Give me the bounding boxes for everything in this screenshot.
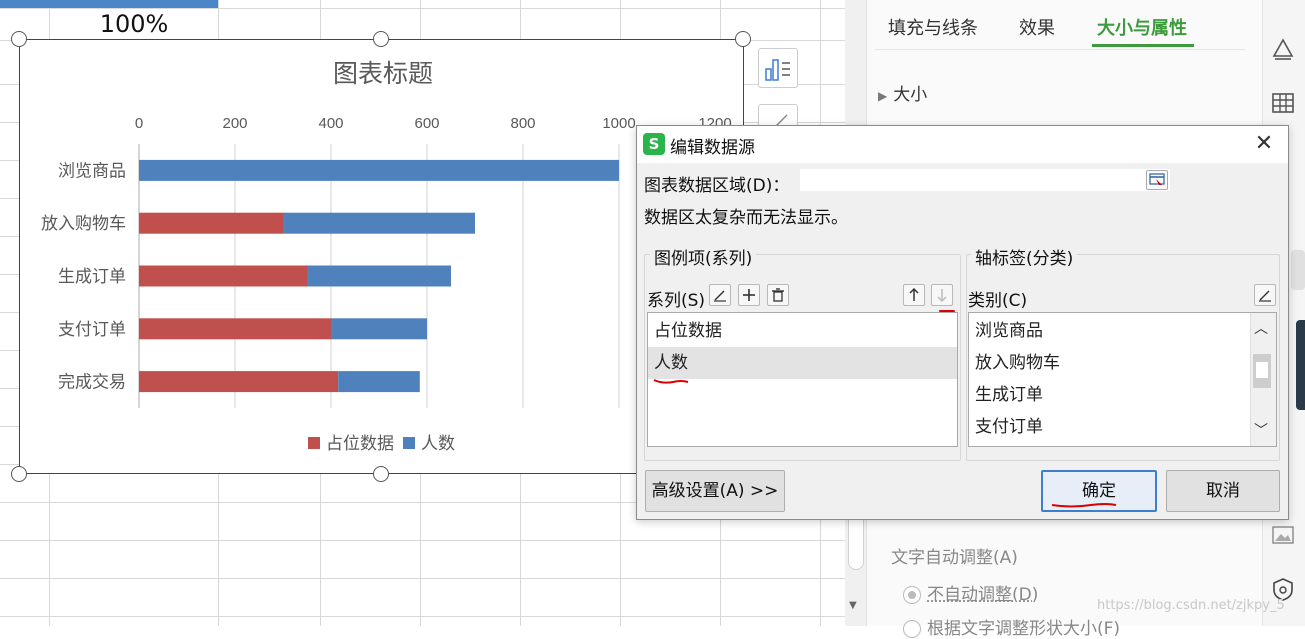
series-label: 系列(S) [647, 286, 705, 311]
series-item-selected[interactable]: 人数 [648, 347, 957, 379]
expand-arrow-icon: ▶ [878, 89, 887, 103]
category-item[interactable]: 生成订单 [969, 379, 1276, 411]
pencil-icon [1255, 285, 1275, 305]
tab-fill-line[interactable]: 填充与线条 [888, 14, 978, 40]
scroll-thumb-grip [1256, 362, 1268, 378]
radio-icon [903, 586, 921, 604]
bar-people[interactable] [283, 213, 475, 234]
legend-swatch [403, 437, 415, 449]
dialog-titlebar[interactable]: S 编辑数据源 ✕ [637, 126, 1288, 163]
edit-data-source-dialog: S 编辑数据源 ✕ 图表数据区域(D)： 数据区太复杂而无法显示。 图例项(系列… [636, 125, 1289, 520]
size-section-label: 大小 [893, 85, 927, 105]
header-cell-strip [0, 0, 218, 8]
annotation-underline [653, 377, 689, 385]
panel-divider [875, 49, 1245, 50]
resize-handle-tm[interactable] [373, 31, 389, 47]
x-tick-label: 200 [222, 115, 247, 132]
dialog-title: 编辑数据源 [670, 133, 755, 158]
edit-category-button[interactable] [1254, 284, 1276, 306]
watermark-text: https://blog.csdn.net/zjkpy_5 [1097, 598, 1285, 613]
no-autofit-label: 不自动调整(D) [927, 585, 1038, 605]
legend-label: 人数 [421, 434, 455, 453]
bar-people[interactable] [331, 318, 427, 339]
move-up-button[interactable] [903, 284, 925, 306]
bar-people[interactable] [338, 371, 420, 392]
pencil-icon [710, 285, 730, 305]
category-axis-label: 完成交易 [58, 373, 126, 392]
chart-elements-icon [759, 49, 799, 89]
bar-people[interactable] [307, 266, 451, 287]
bar-chart: 图表标题 0 200 400 600 800 1000 1200 浏览商品放入购物车生成订单… [20, 40, 742, 472]
bar-placeholder[interactable] [139, 371, 338, 392]
category-item[interactable]: 放入购物车 [969, 347, 1276, 379]
rail-collapse-handle[interactable] [1296, 320, 1305, 410]
category-listbox[interactable]: 浏览商品 放入购物车 生成订单 支付订单 [968, 312, 1277, 447]
series-item[interactable]: 占位数据 [648, 315, 957, 347]
category-axis-label: 生成订单 [58, 267, 126, 286]
category-axis-label: 浏览商品 [58, 161, 126, 180]
resize-handle-tl[interactable] [11, 31, 27, 47]
resize-handle-bl[interactable] [11, 466, 27, 482]
legend-label: 占位数据 [326, 434, 394, 453]
bar-placeholder[interactable] [139, 266, 307, 287]
radio-icon [903, 620, 921, 638]
trash-icon [768, 285, 788, 305]
category-axis-label: 支付订单 [58, 320, 126, 339]
series-group-title: 图例项(系列) [650, 244, 756, 269]
chevron-up-icon[interactable]: ︿ [1254, 318, 1268, 338]
category-item[interactable]: 支付订单 [969, 411, 1276, 443]
move-down-button[interactable] [931, 284, 953, 306]
annotation-underline [1051, 502, 1117, 508]
x-tick-label: 800 [510, 115, 535, 132]
series-listbox[interactable]: 占位数据 人数 [647, 312, 958, 447]
delete-series-button[interactable] [767, 284, 789, 306]
category-axis-label: 放入购物车 [41, 214, 126, 233]
percent-cell[interactable]: 100% [50, 10, 218, 40]
active-tab-indicator [1092, 44, 1194, 47]
shape-outline-icon[interactable] [1270, 36, 1296, 62]
app-logo-icon: S [643, 133, 665, 155]
legend-swatch [308, 437, 320, 449]
axis-group-title: 轴标签(分类) [971, 244, 1077, 269]
range-too-complex-message: 数据区太复杂而无法显示。 [644, 203, 848, 228]
category-label: 类别(C) [968, 286, 1027, 311]
size-section-header[interactable]: ▶ 大小 [878, 80, 927, 105]
chart-range-label: 图表数据区域(D)： [644, 171, 789, 196]
x-tick-label: 0 [135, 115, 143, 132]
range-select-icon [1147, 171, 1167, 189]
edit-series-button[interactable] [709, 284, 731, 306]
tab-size-properties[interactable]: 大小与属性 [1097, 14, 1187, 40]
bar-people[interactable] [139, 160, 619, 181]
resize-handle-tr[interactable] [735, 31, 751, 47]
cancel-button[interactable]: 取消 [1166, 470, 1280, 512]
x-tick-label: 600 [414, 115, 439, 132]
autofit-label: 文字自动调整(A) [891, 543, 1018, 568]
chart-elements-button[interactable] [758, 48, 798, 88]
close-icon[interactable]: ✕ [1249, 130, 1279, 158]
arrow-down-icon [932, 285, 952, 305]
chevron-down-icon[interactable]: ﹀ [1254, 420, 1268, 440]
bar-placeholder[interactable] [139, 213, 283, 234]
chart-range-input[interactable] [800, 169, 1170, 191]
bar-placeholder[interactable] [139, 318, 331, 339]
plus-icon [739, 285, 759, 305]
resize-shape-option[interactable]: 根据文字调整形状大小(F) [903, 614, 1120, 639]
range-select-button[interactable] [1146, 170, 1168, 190]
resize-shape-label: 根据文字调整形状大小(F) [927, 619, 1120, 639]
table-icon[interactable] [1270, 90, 1296, 116]
tab-effects[interactable]: 效果 [1019, 14, 1055, 40]
arrow-up-icon [904, 285, 924, 305]
add-series-button[interactable] [738, 284, 760, 306]
resize-handle-bm[interactable] [373, 466, 389, 482]
rail-active-tab[interactable] [1291, 250, 1305, 290]
chart-title[interactable]: 图表标题 [333, 60, 433, 88]
advanced-settings-button[interactable]: 高级设置(A) >> [645, 470, 785, 512]
category-item[interactable]: 浏览商品 [969, 315, 1276, 347]
x-tick-label: 1000 [602, 115, 635, 132]
no-autofit-option[interactable]: 不自动调整(D) [903, 580, 1038, 605]
x-tick-label: 400 [318, 115, 343, 132]
scroll-down-arrow-icon[interactable]: ▼ [849, 600, 857, 611]
image-icon[interactable] [1270, 522, 1296, 548]
